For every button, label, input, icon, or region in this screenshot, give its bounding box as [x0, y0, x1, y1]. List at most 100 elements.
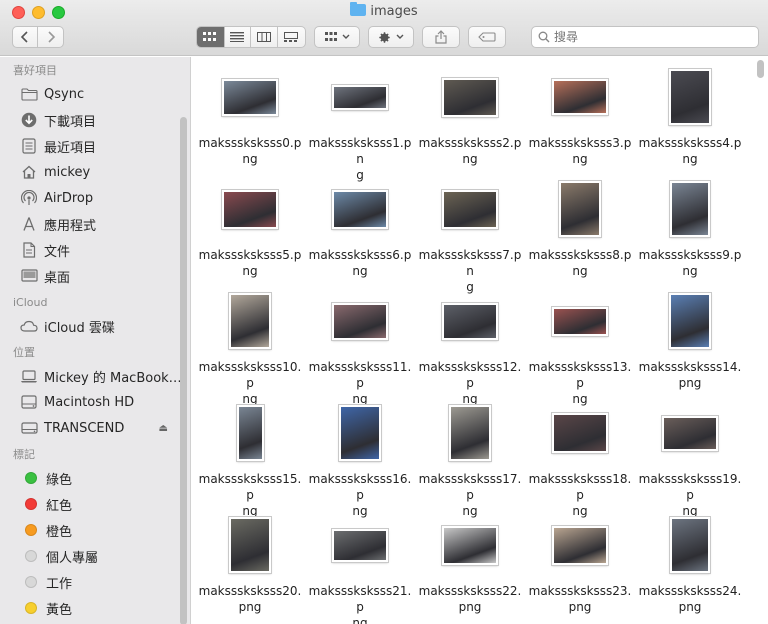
file-name: maksssksksss13.p ng: [525, 359, 635, 407]
image-thumbnail[interactable]: [552, 79, 608, 115]
content-scrollbar[interactable]: [757, 60, 764, 78]
list-view-button[interactable]: [225, 27, 252, 47]
file-item[interactable]: maksssksksss14. png: [635, 291, 745, 403]
disk-icon: [20, 393, 38, 411]
sidebar-item-item-0-1[interactable]: 下載項目: [0, 107, 190, 133]
image-thumbnail[interactable]: [332, 189, 388, 229]
file-name-line-1: maksssksksss14.: [638, 360, 742, 374]
forward-button[interactable]: [38, 27, 63, 47]
image-thumbnail[interactable]: [442, 302, 498, 340]
sidebar-item-transcend[interactable]: TRANSCEND ⏏: [0, 415, 190, 441]
file-item[interactable]: maksssksksss8.p ng: [525, 179, 635, 291]
file-item[interactable]: maksssksksss22. png: [415, 515, 525, 624]
image-thumbnail[interactable]: [442, 525, 498, 565]
file-item[interactable]: maksssksksss23. png: [525, 515, 635, 624]
file-item[interactable]: maksssksksss9.p ng: [635, 179, 745, 291]
image-thumbnail[interactable]: [229, 293, 271, 349]
image-thumbnail[interactable]: [552, 413, 608, 453]
image-thumbnail[interactable]: [670, 517, 710, 573]
file-item[interactable]: maksssksksss5.p ng: [195, 179, 305, 291]
file-item[interactable]: maksssksksss2.p ng: [415, 67, 525, 179]
sidebar-item-mickey[interactable]: mickey: [0, 159, 190, 185]
image-thumbnail[interactable]: [222, 78, 278, 116]
search-input[interactable]: [554, 30, 744, 44]
file-name: maksssksksss11.p ng: [305, 359, 415, 407]
sidebar-item-mickey-macbook[interactable]: Mickey 的 MacBook…: [0, 363, 190, 389]
image-thumbnail[interactable]: [222, 189, 278, 229]
file-item[interactable]: maksssksksss3.p ng: [525, 67, 635, 179]
image-thumbnail[interactable]: [670, 181, 710, 237]
tag-color-dot-icon: [25, 550, 37, 562]
sidebar-item-item-3-5[interactable]: 黃色: [0, 595, 190, 621]
file-item[interactable]: maksssksksss18.p ng: [525, 403, 635, 518]
sidebar-section-header: 位置: [13, 346, 35, 359]
file-item[interactable]: maksssksksss20. png: [195, 515, 305, 624]
image-thumbnail[interactable]: [339, 405, 381, 461]
sidebar-item-item-3-1[interactable]: 紅色: [0, 491, 190, 517]
gallery-view-button[interactable]: [278, 27, 305, 47]
image-thumbnail[interactable]: [449, 405, 491, 461]
toolbar: images: [0, 0, 768, 56]
image-thumbnail[interactable]: [669, 293, 711, 349]
image-thumbnail[interactable]: [229, 517, 271, 573]
file-item[interactable]: maksssksksss1.pn g: [305, 67, 415, 182]
image-thumbnail[interactable]: [332, 84, 388, 110]
back-button[interactable]: [13, 27, 39, 47]
image-thumbnail[interactable]: [669, 69, 711, 125]
file-name: maksssksksss19.p ng: [635, 471, 745, 519]
group-by-button[interactable]: [314, 26, 360, 48]
sidebar-item-item-0-6[interactable]: 文件: [0, 237, 190, 263]
icon-view-button[interactable]: [197, 27, 225, 47]
file-name: maksssksksss3.p ng: [525, 135, 635, 167]
file-item[interactable]: maksssksksss13.p ng: [525, 291, 635, 406]
file-name: maksssksksss1.pn g: [305, 135, 415, 183]
file-item[interactable]: maksssksksss4.p ng: [635, 67, 745, 179]
image-thumbnail[interactable]: [442, 189, 498, 229]
column-view-button[interactable]: [251, 27, 278, 47]
tags-button[interactable]: [468, 26, 506, 48]
sidebar-item-label: 應用程式: [44, 218, 97, 234]
sidebar-item-item-0-5[interactable]: 應用程式: [0, 211, 190, 237]
image-thumbnail[interactable]: [552, 525, 608, 565]
file-item[interactable]: maksssksksss24. png: [635, 515, 745, 624]
file-item[interactable]: maksssksksss16.p ng: [305, 403, 415, 518]
file-item[interactable]: maksssksksss11.p ng: [305, 291, 415, 406]
image-thumbnail[interactable]: [552, 306, 608, 336]
file-item[interactable]: maksssksksss21.p ng: [305, 515, 415, 624]
sidebar-item-qsync[interactable]: Qsync: [0, 81, 190, 107]
navigation-buttons: [12, 26, 64, 48]
share-button[interactable]: [422, 26, 460, 48]
file-item[interactable]: maksssksksss7.pn g: [415, 179, 525, 294]
file-name: maksssksksss6.p ng: [305, 247, 415, 279]
image-thumbnail[interactable]: [236, 405, 264, 461]
image-thumbnail[interactable]: [662, 415, 718, 451]
sidebar-item-item-3-3[interactable]: 個人專屬: [0, 543, 190, 569]
file-item[interactable]: maksssksksss15.p ng: [195, 403, 305, 518]
image-thumbnail[interactable]: [442, 77, 498, 117]
eject-icon[interactable]: ⏏: [159, 423, 168, 434]
file-name-line-1: maksssksksss16.p: [308, 472, 412, 502]
file-name: maksssksksss21.p ng: [305, 583, 415, 624]
sidebar-item-item-0-2[interactable]: 最近項目: [0, 133, 190, 159]
sidebar-item-item-3-4[interactable]: 工作: [0, 569, 190, 595]
sidebar-item-icloud[interactable]: iCloud 雲碟: [0, 313, 190, 339]
group-grid-icon: [324, 32, 337, 41]
sidebar-scrollbar[interactable]: [180, 117, 187, 624]
image-thumbnail[interactable]: [332, 302, 388, 340]
search-field[interactable]: [531, 26, 759, 48]
image-thumbnail[interactable]: [332, 528, 388, 562]
file-item[interactable]: maksssksksss6.p ng: [305, 179, 415, 291]
sidebar-item-item-0-7[interactable]: 桌面: [0, 263, 190, 289]
file-item[interactable]: maksssksksss0.p ng: [195, 67, 305, 179]
sidebar-item-item-3-0[interactable]: 綠色: [0, 465, 190, 491]
sidebar-item-item-3-2[interactable]: 橙色: [0, 517, 190, 543]
sidebar-item-macintosh-hd[interactable]: Macintosh HD: [0, 389, 190, 415]
file-item[interactable]: maksssksksss19.p ng: [635, 403, 745, 518]
sidebar-item-label: 紅色: [46, 498, 73, 514]
action-menu-button[interactable]: [368, 26, 414, 48]
image-thumbnail[interactable]: [559, 181, 601, 237]
file-item[interactable]: maksssksksss10.p ng: [195, 291, 305, 406]
file-item[interactable]: maksssksksss17.p ng: [415, 403, 525, 518]
sidebar-item-airdrop[interactable]: AirDrop: [0, 185, 190, 211]
file-item[interactable]: maksssksksss12.p ng: [415, 291, 525, 406]
